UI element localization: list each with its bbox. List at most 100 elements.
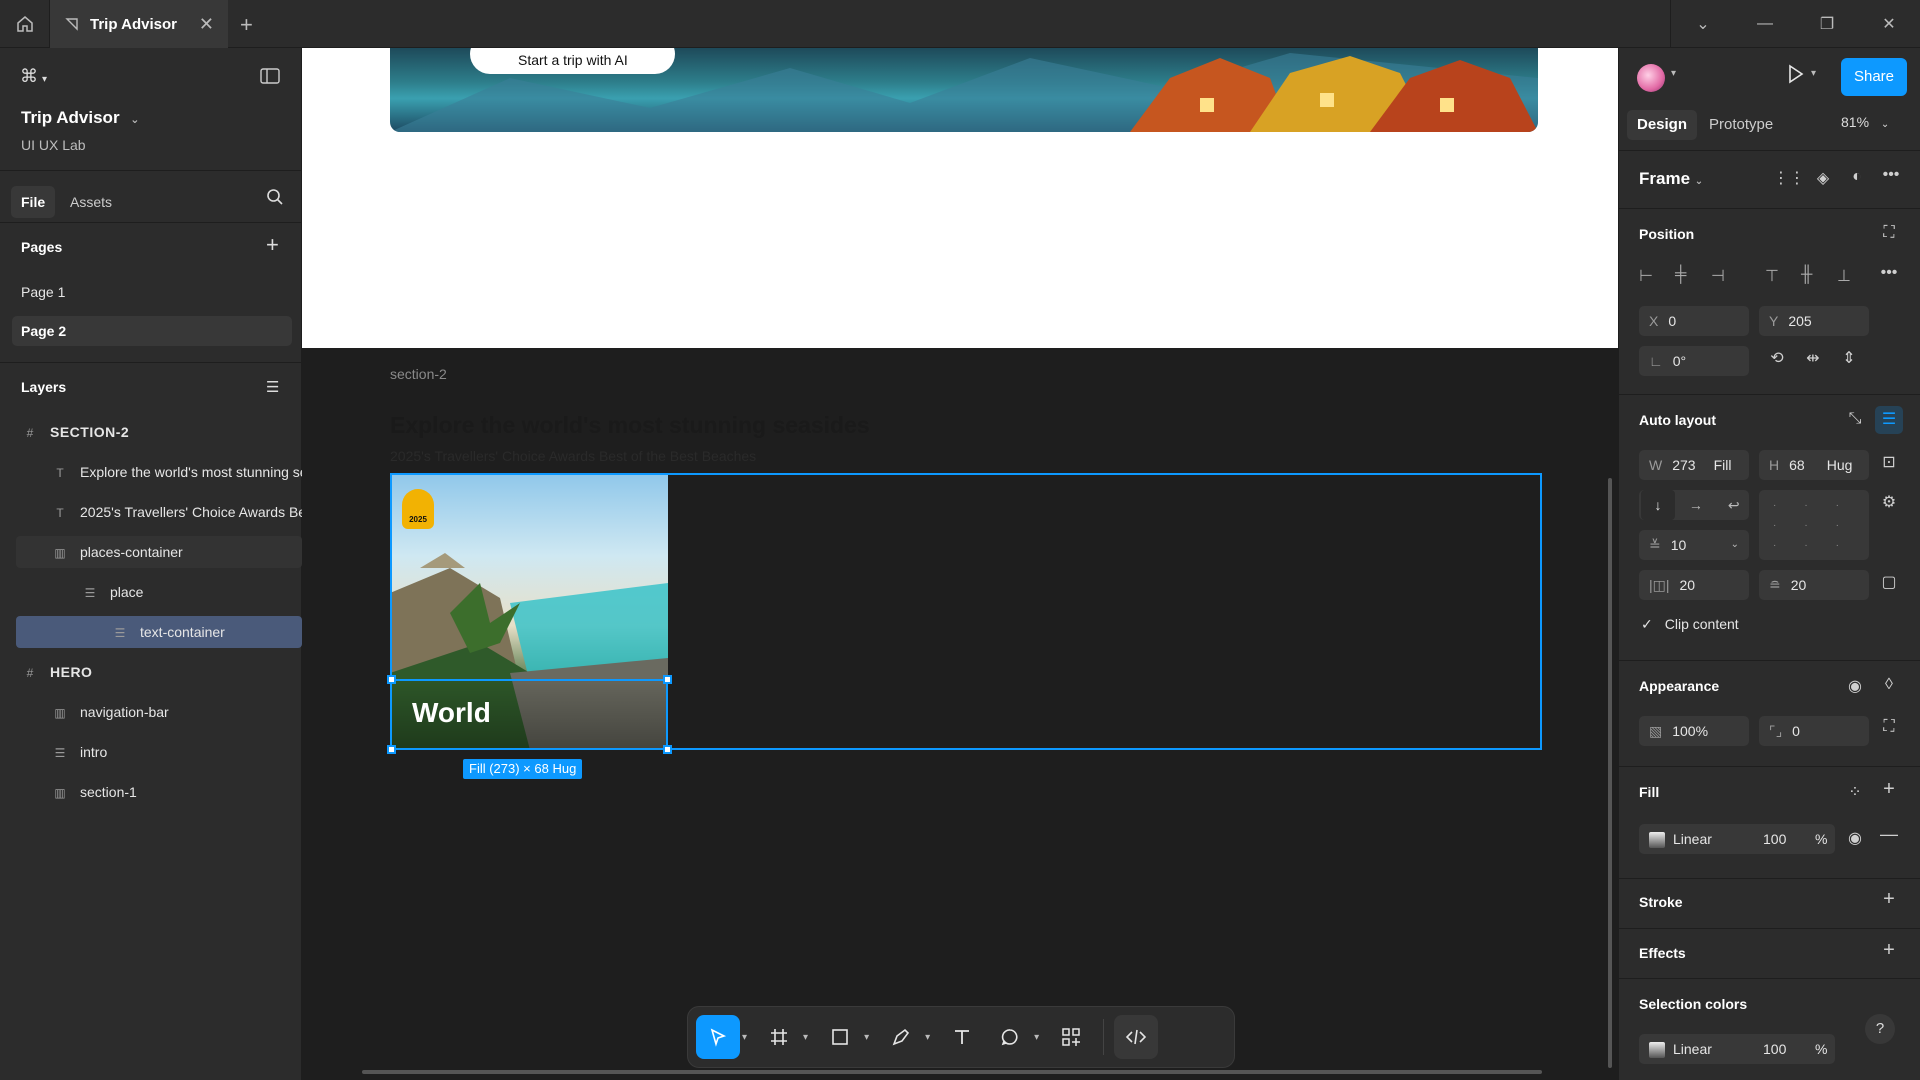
selection-color-row[interactable]: Linear 100 % <box>1639 1034 1835 1064</box>
dev-mode-button[interactable] <box>1114 1015 1159 1059</box>
component-icon[interactable]: ◈ <box>1809 168 1837 188</box>
align-top-icon[interactable]: ⊤ <box>1765 266 1793 286</box>
pen-tool-button[interactable] <box>879 1015 923 1059</box>
vertical-direction-icon[interactable]: ↓ <box>1641 490 1675 520</box>
tab-assets[interactable]: Assets <box>60 186 122 218</box>
toggle-sidebar-button[interactable] <box>260 68 280 89</box>
file-tab[interactable]: Trip Advisor ✕ <box>50 0 228 48</box>
styles-icon[interactable]: ⁘ <box>1841 782 1869 802</box>
section-subtitle[interactable]: 2025's Travellers' Choice Awards Best of… <box>390 448 756 464</box>
add-stroke-icon[interactable]: + <box>1875 888 1903 911</box>
main-menu-button[interactable]: ⌘ ▾ <box>20 66 47 87</box>
padding-horizontal-field[interactable]: |◫| 20 <box>1639 570 1749 600</box>
rotation-field[interactable]: ∟ 0° <box>1639 346 1749 376</box>
chevron-down-icon[interactable]: ▾ <box>742 1032 747 1043</box>
flip-vertical-icon[interactable]: ⇕ <box>1835 348 1863 368</box>
rectangle-tool-button[interactable] <box>818 1015 862 1059</box>
visibility-icon[interactable]: ◉ <box>1841 828 1869 848</box>
tab-design[interactable]: Design <box>1627 110 1698 140</box>
layer-row[interactable]: ▥ navigation-bar <box>16 696 302 728</box>
section-title[interactable]: Explore the world's most stunning seasid… <box>390 412 870 439</box>
clip-content-checkbox[interactable]: ✓ Clip content <box>1641 616 1739 633</box>
restore-icon[interactable]: ❐ <box>1796 14 1858 34</box>
layer-row[interactable]: ▥ places-container <box>16 536 302 568</box>
move-tool-button[interactable] <box>696 1015 740 1059</box>
close-tab-icon[interactable]: ✕ <box>199 14 214 35</box>
chevron-down-icon[interactable]: ⌄ <box>1731 530 1739 560</box>
collapse-icon[interactable]: ⤡ <box>1841 410 1869 428</box>
individual-corners-icon[interactable]: ⛶ <box>1875 718 1903 736</box>
layer-row[interactable]: ☰ text-container <box>16 616 302 648</box>
search-button[interactable] <box>266 188 284 211</box>
frame-tool-button[interactable] <box>757 1015 801 1059</box>
help-button[interactable]: ? <box>1865 1014 1895 1044</box>
layer-row[interactable]: T 2025's Travellers' Choice Awards Best o… <box>16 496 302 528</box>
chevron-down-icon[interactable]: ▾ <box>925 1032 930 1043</box>
tab-file[interactable]: File <box>11 186 56 218</box>
layers-filter-icon[interactable]: ☰ <box>266 378 279 396</box>
chevron-down-icon[interactable]: ▾ <box>803 1032 808 1043</box>
padding-vertical-field[interactable]: ≘ 20 <box>1759 570 1869 600</box>
frame-type-dropdown[interactable]: Frame ⌄ <box>1639 169 1703 189</box>
y-field[interactable]: Y 205 <box>1759 306 1869 336</box>
autolayout-settings-icon[interactable]: ⚙ <box>1875 492 1903 512</box>
more-icon[interactable]: ••• <box>1877 166 1905 184</box>
width-field[interactable]: W 273 Fill <box>1639 450 1749 480</box>
layer-row[interactable]: ☰ intro <box>16 736 302 768</box>
add-effect-icon[interactable]: + <box>1875 939 1903 962</box>
chevron-down-icon[interactable]: ▾ <box>1671 68 1676 79</box>
add-fill-icon[interactable]: + <box>1875 778 1903 801</box>
individual-padding-icon[interactable]: ▢ <box>1875 572 1903 592</box>
present-button[interactable] <box>1787 64 1805 89</box>
add-page-icon[interactable]: + <box>266 232 279 258</box>
corner-radius-field[interactable]: ⌜⌟ 0 <box>1759 716 1869 746</box>
chevron-down-icon[interactable]: ⌄ <box>1672 14 1734 34</box>
resize-constraints-icon[interactable]: ⊡ <box>1875 452 1903 472</box>
flip-horizontal-icon[interactable]: ⇹ <box>1799 348 1827 368</box>
avatar[interactable] <box>1637 64 1665 92</box>
page-item-2[interactable]: Page 2 <box>12 316 292 346</box>
comment-tool-button[interactable] <box>988 1015 1032 1059</box>
hero-ai-button[interactable]: Start a trip with AI <box>470 48 675 74</box>
project-title[interactable]: Trip Advisor ⌄ <box>21 108 140 128</box>
close-icon[interactable]: ✕ <box>1858 14 1920 34</box>
autolayout-toggle-icon[interactable]: ☰ <box>1875 406 1903 434</box>
resize-handle[interactable] <box>663 745 672 754</box>
page-item-1[interactable]: Page 1 <box>12 277 292 307</box>
zoom-level[interactable]: 81% ⌄ <box>1841 114 1889 130</box>
fill-swatch[interactable] <box>1649 1042 1665 1059</box>
chevron-down-icon[interactable]: ▾ <box>1034 1032 1039 1043</box>
hero-frame[interactable]: Start a trip with AI <box>302 48 1618 348</box>
fill-row[interactable]: Linear 100 % <box>1639 824 1835 854</box>
align-left-icon[interactable]: ⊢ <box>1639 266 1667 286</box>
rotate-icon[interactable]: ⟲ <box>1763 348 1791 368</box>
contrast-icon[interactable]: ◐ <box>1843 168 1871 186</box>
components-button[interactable] <box>1049 1015 1093 1059</box>
new-tab-button[interactable]: + <box>240 12 253 38</box>
tab-prototype[interactable]: Prototype <box>1699 110 1783 140</box>
opacity-field[interactable]: ▧ 100% <box>1639 716 1749 746</box>
align-right-icon[interactable]: ⊣ <box>1711 266 1739 286</box>
share-button[interactable]: Share <box>1841 58 1907 96</box>
alignment-grid[interactable]: ··· ··· ··· <box>1759 490 1869 560</box>
layer-row[interactable]: ▥ section-1 <box>16 776 302 808</box>
gap-field[interactable]: ≚ 10 ⌄ <box>1639 530 1749 560</box>
visibility-icon[interactable]: ◉ <box>1841 676 1869 696</box>
remove-fill-icon[interactable]: — <box>1875 824 1903 845</box>
resize-handle[interactable] <box>387 675 396 684</box>
layer-row[interactable]: # SECTION-2 <box>16 416 302 448</box>
fill-swatch[interactable] <box>1649 832 1665 849</box>
align-center-v-icon[interactable]: ╫ <box>1801 266 1829 286</box>
layer-row[interactable]: ☰ place <box>16 576 302 608</box>
align-center-h-icon[interactable]: ╪ <box>1675 266 1703 286</box>
grid-icon[interactable]: ⋮⋮ <box>1773 168 1805 188</box>
canvas[interactable]: Start a trip with AI section-2 section-2… <box>302 48 1618 1080</box>
more-icon[interactable]: ••• <box>1875 264 1903 282</box>
layer-row[interactable]: T Explore the world's most stunning seasi… <box>16 456 302 488</box>
resize-handle[interactable] <box>663 675 672 684</box>
horizontal-direction-icon[interactable]: → <box>1679 490 1713 520</box>
layer-row[interactable]: # HERO <box>16 656 302 688</box>
wrap-direction-icon[interactable]: ↩ <box>1717 490 1751 520</box>
height-field[interactable]: H 68 Hug <box>1759 450 1869 480</box>
chevron-down-icon[interactable]: ▾ <box>1811 68 1816 79</box>
